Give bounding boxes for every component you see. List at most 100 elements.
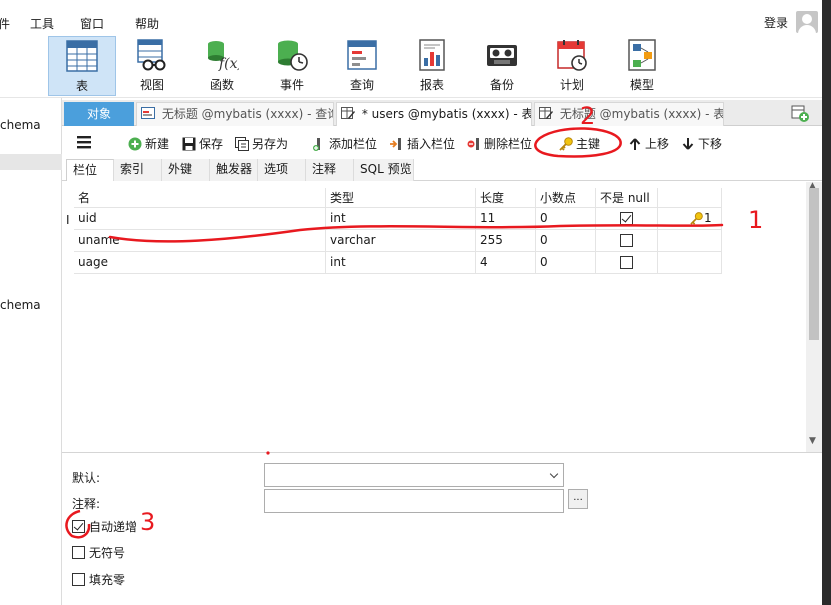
sidebar-selected-row[interactable] xyxy=(0,154,62,170)
scroll-down-arrow-icon[interactable]: ▼ xyxy=(809,436,816,446)
toolbar-report-label: 报表 xyxy=(419,78,444,92)
toolbar-event-button[interactable]: 事件 xyxy=(258,36,326,96)
menu-file-partial[interactable]: 件 xyxy=(0,15,10,32)
cell-decimals[interactable]: 0 xyxy=(536,252,596,274)
toolbar-view-button[interactable]: 视图 xyxy=(118,36,186,96)
toolbar-function-button[interactable]: f(x) 函数 xyxy=(188,36,256,96)
header-decimals[interactable]: 小数点 xyxy=(536,188,596,210)
tab-users-table[interactable]: * users @mybatis (xxxx) - 表 xyxy=(336,102,532,126)
new-icon xyxy=(128,137,142,151)
header-name[interactable]: 名 xyxy=(74,188,326,210)
cell-key xyxy=(658,230,722,252)
header-key xyxy=(658,188,722,210)
tab-comments-label: 注释 xyxy=(312,162,337,176)
grid-scrollbar[interactable]: ▲ ▼ xyxy=(806,181,822,452)
cell-type[interactable]: int xyxy=(326,252,476,274)
object-sidebar: chema chema xyxy=(0,98,62,605)
save-as-button[interactable]: 另存为 xyxy=(235,135,288,152)
cell-decimals[interactable]: 0 xyxy=(536,208,596,230)
cell-name[interactable]: uname xyxy=(74,230,326,252)
zerofill-checkbox[interactable] xyxy=(72,573,85,586)
menu-help[interactable]: 帮助 xyxy=(135,15,159,32)
toolbar-function-label: 函数 xyxy=(209,78,234,92)
cell-length[interactable]: 255 xyxy=(476,230,536,252)
save-button[interactable]: 保存 xyxy=(182,135,223,152)
menu-tools[interactable]: 工具 xyxy=(30,15,54,32)
unsigned-label: 无符号 xyxy=(89,546,126,560)
toolbar-model-button[interactable]: 模型 xyxy=(608,36,676,96)
view-icon xyxy=(137,39,166,71)
toolbar-view-label: 视图 xyxy=(139,78,164,92)
toolbar-query-button[interactable]: 查询 xyxy=(328,36,396,96)
event-icon xyxy=(278,40,308,71)
cell-length[interactable]: 4 xyxy=(476,252,536,274)
scrollbar-thumb[interactable] xyxy=(809,188,819,340)
default-select[interactable] xyxy=(264,463,564,487)
comment-browse-button[interactable]: ... xyxy=(568,489,588,509)
cell-type[interactable]: int xyxy=(326,208,476,230)
toolbar-report-button[interactable]: 报表 xyxy=(398,36,466,96)
tab-triggers[interactable]: 触发器 xyxy=(210,159,258,181)
hamburger-icon xyxy=(77,136,91,149)
toolbar-schedule-button[interactable]: 计划 xyxy=(538,36,606,96)
sidebar-item-schema-2[interactable]: chema xyxy=(0,298,41,312)
cell-not-null[interactable] xyxy=(596,230,658,252)
table-row[interactable]: uage int 4 0 xyxy=(74,252,722,274)
insert-column-label: 插入栏位 xyxy=(407,137,456,151)
delete-column-button[interactable]: 删除栏位 xyxy=(467,135,532,152)
table-row[interactable]: uname varchar 255 0 xyxy=(74,230,722,252)
new-button[interactable]: 新建 xyxy=(128,135,169,152)
cell-type[interactable]: varchar xyxy=(326,230,476,252)
unsigned-checkbox[interactable] xyxy=(72,546,85,559)
cell-not-null[interactable] xyxy=(596,252,658,274)
tab-foreign-keys[interactable]: 外键 xyxy=(162,159,210,181)
login-link[interactable]: 登录 xyxy=(764,14,788,31)
cell-name[interactable]: uage xyxy=(74,252,326,274)
tab-sql-preview[interactable]: SQL 预览 xyxy=(354,159,414,181)
header-type[interactable]: 类型 xyxy=(326,188,476,210)
cell-key: 1 xyxy=(658,208,722,230)
table-row[interactable]: uid int 11 0 1 xyxy=(74,208,722,230)
sidebar-item-schema-1[interactable]: chema xyxy=(0,118,41,132)
tab-objects[interactable]: 对象 xyxy=(64,102,134,126)
tab-fields[interactable]: 栏位 xyxy=(66,159,114,181)
table-design-tab-icon-2 xyxy=(539,107,553,119)
design-toolbar: 新建 保存 另存为 添加栏位 插入栏位 删除栏位 主键 上移 下移 xyxy=(62,127,822,157)
cell-not-null[interactable] xyxy=(596,208,658,230)
model-icon xyxy=(628,39,656,71)
not-null-checkbox[interactable] xyxy=(620,256,633,269)
primary-key-button[interactable]: 主键 xyxy=(559,135,600,152)
header-not-null[interactable]: 不是 null xyxy=(596,188,658,210)
tab-table-untitled[interactable]: 无标题 @mybatis (xxxx) - 表 xyxy=(534,102,724,126)
arrow-up-icon xyxy=(629,138,641,150)
tab-query-label: 无标题 @mybatis (xxxx) - 查询 xyxy=(161,107,334,121)
add-column-button[interactable]: 添加栏位 xyxy=(312,135,377,152)
current-row-marker: I xyxy=(66,213,70,227)
toolbar-table-button[interactable]: 表 xyxy=(48,36,116,96)
not-null-checkbox[interactable] xyxy=(620,212,633,225)
new-tab-button[interactable] xyxy=(788,103,812,123)
toolbar-backup-button[interactable]: 备份 xyxy=(468,36,536,96)
not-null-checkbox[interactable] xyxy=(620,234,633,247)
tab-indexes[interactable]: 索引 xyxy=(114,159,162,181)
tab-triggers-label: 触发器 xyxy=(216,162,253,176)
avatar[interactable] xyxy=(796,11,818,33)
auto-increment-checkbox[interactable] xyxy=(72,520,85,533)
cell-name[interactable]: uid xyxy=(74,208,326,230)
toolbar-event-label: 事件 xyxy=(279,78,304,92)
move-down-button[interactable]: 下移 xyxy=(681,135,722,152)
tab-options[interactable]: 选项 xyxy=(258,159,306,181)
hamburger-menu-button[interactable] xyxy=(76,135,92,149)
primary-key-label: 主键 xyxy=(576,137,601,151)
insert-column-icon xyxy=(390,138,401,150)
header-length[interactable]: 长度 xyxy=(476,188,536,210)
tab-comments[interactable]: 注释 xyxy=(306,159,354,181)
menu-window[interactable]: 窗口 xyxy=(80,15,104,32)
comment-input[interactable] xyxy=(264,489,564,513)
cell-decimals[interactable]: 0 xyxy=(536,230,596,252)
cell-length[interactable]: 11 xyxy=(476,208,536,230)
insert-column-button[interactable]: 插入栏位 xyxy=(390,135,455,152)
tab-query-untitled[interactable]: 无标题 @mybatis (xxxx) - 查询 xyxy=(136,102,334,126)
move-up-button[interactable]: 上移 xyxy=(628,135,669,152)
table-design-tab-icon xyxy=(341,107,355,119)
